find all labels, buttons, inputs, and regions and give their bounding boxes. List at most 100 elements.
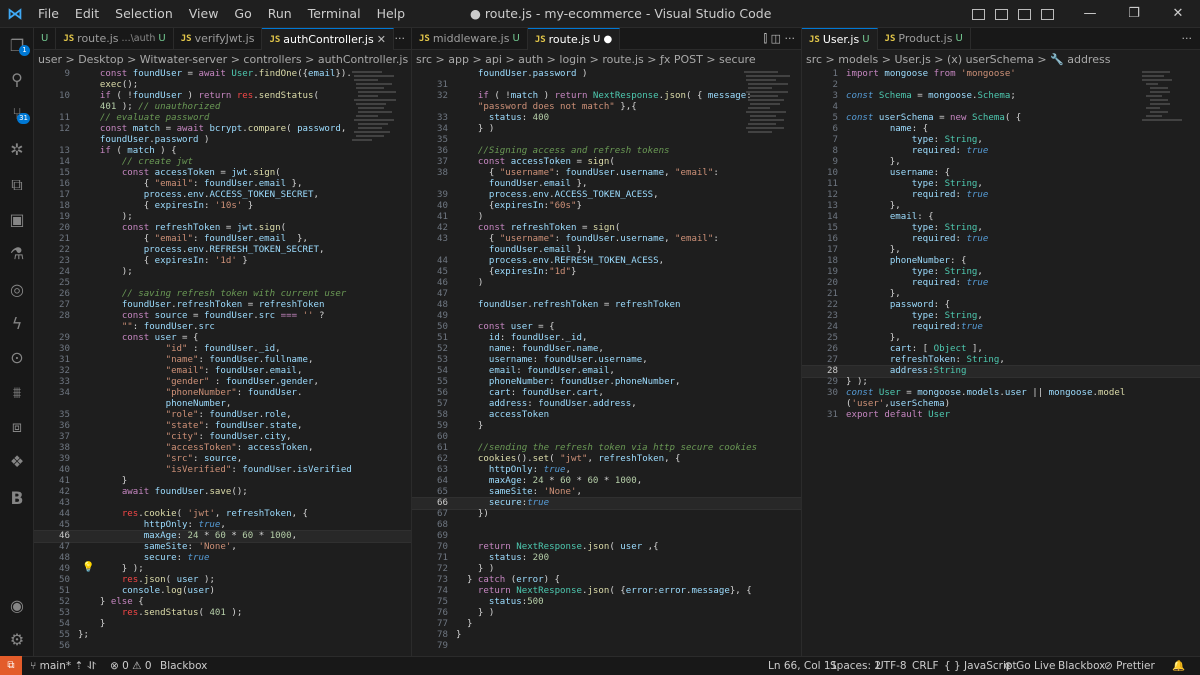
code-line[interactable]: 72 } ) — [412, 564, 801, 575]
split-editor-actions[interactable]: ⫿ ◫ ··· — [764, 28, 795, 50]
code-line[interactable]: 24 required:true — [802, 322, 1200, 333]
code-line[interactable]: 38 "accessToken": accessToken, — [34, 443, 411, 454]
go-live-button[interactable]: ⊛ Go Live — [1004, 657, 1055, 675]
blackbox-icon[interactable]: B — [0, 486, 34, 512]
code-line[interactable]: 27 foundUser.refreshToken = refreshToken — [34, 300, 411, 311]
code-line[interactable]: 36 "state": foundUser.state, — [34, 421, 411, 432]
code-line[interactable]: 54 email: foundUser.email, — [412, 366, 801, 377]
tab-dirty-indicator[interactable]: U ● — [593, 29, 612, 51]
code-line[interactable]: 33 "gender" : foundUser.gender, — [34, 377, 411, 388]
code-line[interactable]: 28 const source = foundUser.src === '' ? — [34, 311, 411, 322]
toggle-sidebar-icon[interactable] — [972, 8, 985, 20]
code-line[interactable]: 21 { "email": foundUser.email }, — [34, 234, 411, 245]
code-line[interactable]: 59 } — [412, 421, 801, 432]
tab-middleware[interactable]: JS middleware.js U — [412, 28, 528, 50]
testing-icon[interactable]: ⚗ — [0, 240, 34, 266]
close-window-button[interactable]: ✕ — [1156, 0, 1200, 28]
tab-unnamed[interactable]: U — [34, 28, 57, 50]
toggle-panel-icon[interactable] — [995, 8, 1008, 20]
menu-edit[interactable]: Edit — [67, 0, 107, 28]
breadcrumb[interactable]: src > app > api > auth > login > route.j… — [412, 50, 801, 69]
code-line[interactable]: 58 accessToken — [412, 410, 801, 421]
tab-user-model[interactable]: JS User.js U — [802, 28, 878, 50]
deploy-icon[interactable]: ⩩ — [0, 380, 34, 406]
minimize-button[interactable]: — — [1068, 0, 1112, 28]
remote-indicator-icon[interactable]: ⧉ — [0, 656, 22, 675]
code-line[interactable]: 44 process.env.REFRESH_TOKEN_ACESS, — [412, 256, 801, 267]
code-line[interactable]: 65 sameSite: 'None', — [412, 487, 801, 498]
code-line[interactable]: 62 cookies().set( "jwt", refreshToken, { — [412, 454, 801, 465]
code-line[interactable]: 42 const refreshToken = sign( — [412, 223, 801, 234]
gitlens-icon[interactable]: ◎ — [0, 276, 34, 302]
code-line[interactable]: 42 await foundUser.save(); — [34, 487, 411, 498]
thunder-client-icon[interactable]: ϟ — [0, 310, 34, 336]
timeline-icon[interactable]: ⊙ — [0, 344, 34, 370]
menu-selection[interactable]: Selection — [107, 0, 181, 28]
indentation-indicator[interactable]: Spaces: 2 — [830, 657, 881, 675]
notifications-bell-icon[interactable]: 🔔 — [1172, 657, 1185, 675]
code-line[interactable]: 25 }, — [802, 333, 1200, 344]
code-line[interactable]: 45 {expiresIn:"1d"} — [412, 267, 801, 278]
tab-verifyjwt[interactable]: JS verifyJwt.js — [174, 28, 263, 50]
code-line[interactable]: 55}; — [34, 630, 411, 641]
code-line[interactable]: 21 }, — [802, 289, 1200, 300]
code-line[interactable]: 39 "src": source, — [34, 454, 411, 465]
code-line[interactable]: 53 res.sendStatus( 401 ); — [34, 608, 411, 619]
branch-indicator[interactable]: ⑂ main* ⇡ — [30, 657, 83, 675]
code-line[interactable]: 41 ) — [412, 212, 801, 223]
code-line[interactable]: 29 const user = { — [34, 333, 411, 344]
code-line[interactable]: foundUser.email }, — [412, 245, 801, 256]
code-line[interactable]: 69 — [412, 531, 801, 542]
code-line[interactable]: 51 id: foundUser._id, — [412, 333, 801, 344]
code-line[interactable]: 57 address: foundUser.address, — [412, 399, 801, 410]
code-line[interactable]: 23 { expiresIn: '1d' } — [34, 256, 411, 267]
tab-close-icon[interactable]: ✕ — [377, 29, 386, 51]
docker-icon[interactable]: ⧈ — [0, 414, 34, 440]
code-line[interactable]: 75 status:500 — [412, 597, 801, 608]
menu-run[interactable]: Run — [260, 0, 300, 28]
minimap[interactable] — [1140, 69, 1192, 189]
code-line[interactable]: 32 "email": foundUser.email, — [34, 366, 411, 377]
tab-route-login[interactable]: JS route.js U ● — [527, 28, 621, 51]
tab-route-auth[interactable]: JS route.js ...\auth U — [56, 28, 174, 50]
code-line[interactable]: 56 — [34, 641, 411, 652]
code-line[interactable]: 17 process.env.ACCESS_TOKEN_SECRET, — [34, 190, 411, 201]
code-line[interactable]: 28 address:String — [802, 365, 1200, 378]
code-line[interactable]: 55 phoneNumber: foundUser.phoneNumber, — [412, 377, 801, 388]
code-line[interactable]: 44 res.cookie( 'jwt', refreshToken, { — [34, 509, 411, 520]
code-line[interactable]: 79 — [412, 641, 801, 652]
code-line[interactable]: 16 required: true — [802, 234, 1200, 245]
more-actions-button[interactable]: ··· — [395, 28, 406, 50]
code-line[interactable]: 56 cart: foundUser.cart, — [412, 388, 801, 399]
code-line[interactable]: 23 type: String, — [802, 311, 1200, 322]
code-line[interactable]: 63 httpOnly: true, — [412, 465, 801, 476]
code-line[interactable]: 73 } catch (error) { — [412, 575, 801, 586]
more-actions-button[interactable]: ··· — [1182, 28, 1193, 50]
code-line[interactable]: 29} ); — [802, 377, 1200, 388]
code-line[interactable]: 50 res.json( user ); — [34, 575, 411, 586]
code-line[interactable]: 39 process.env.ACCESS_TOKEN_ACESS, — [412, 190, 801, 201]
code-line[interactable]: 18 phoneNumber: { — [802, 256, 1200, 267]
code-line[interactable]: ('user',userSchema) — [802, 399, 1200, 410]
settings-gear-icon[interactable]: ⚙ — [0, 626, 34, 652]
code-line[interactable]: 12 required: true — [802, 190, 1200, 201]
tab-authcontroller[interactable]: JS authController.js ✕ — [262, 28, 394, 51]
code-line[interactable]: 46 ) — [412, 278, 801, 289]
code-line[interactable]: 20 const refreshToken = jwt.sign( — [34, 223, 411, 234]
minimap[interactable] — [350, 69, 402, 189]
cursor-position[interactable]: Ln 66, Col 11 — [768, 657, 837, 675]
code-line[interactable]: 37 "city": foundUser.city, — [34, 432, 411, 443]
code-line[interactable]: 52 name: foundUser.name, — [412, 344, 801, 355]
eol-indicator[interactable]: CRLF — [912, 657, 939, 675]
code-line[interactable]: 52 } else { — [34, 597, 411, 608]
code-line[interactable]: 53 username: foundUser.username, — [412, 355, 801, 366]
code-line[interactable]: 19 type: String, — [802, 267, 1200, 278]
code-line[interactable]: 18 { expiresIn: '10s' } — [34, 201, 411, 212]
code-line[interactable]: 64 maxAge: 24 * 60 * 60 * 1000, — [412, 476, 801, 487]
menu-file[interactable]: File — [30, 0, 67, 28]
code-line[interactable]: 26 // saving refresh token with current … — [34, 289, 411, 300]
code-line[interactable]: "": foundUser.src — [34, 322, 411, 333]
code-line[interactable]: 76 } ) — [412, 608, 801, 619]
code-line[interactable]: 45 httpOnly: true, — [34, 520, 411, 531]
code-line[interactable]: 35 "role": foundUser.role, — [34, 410, 411, 421]
